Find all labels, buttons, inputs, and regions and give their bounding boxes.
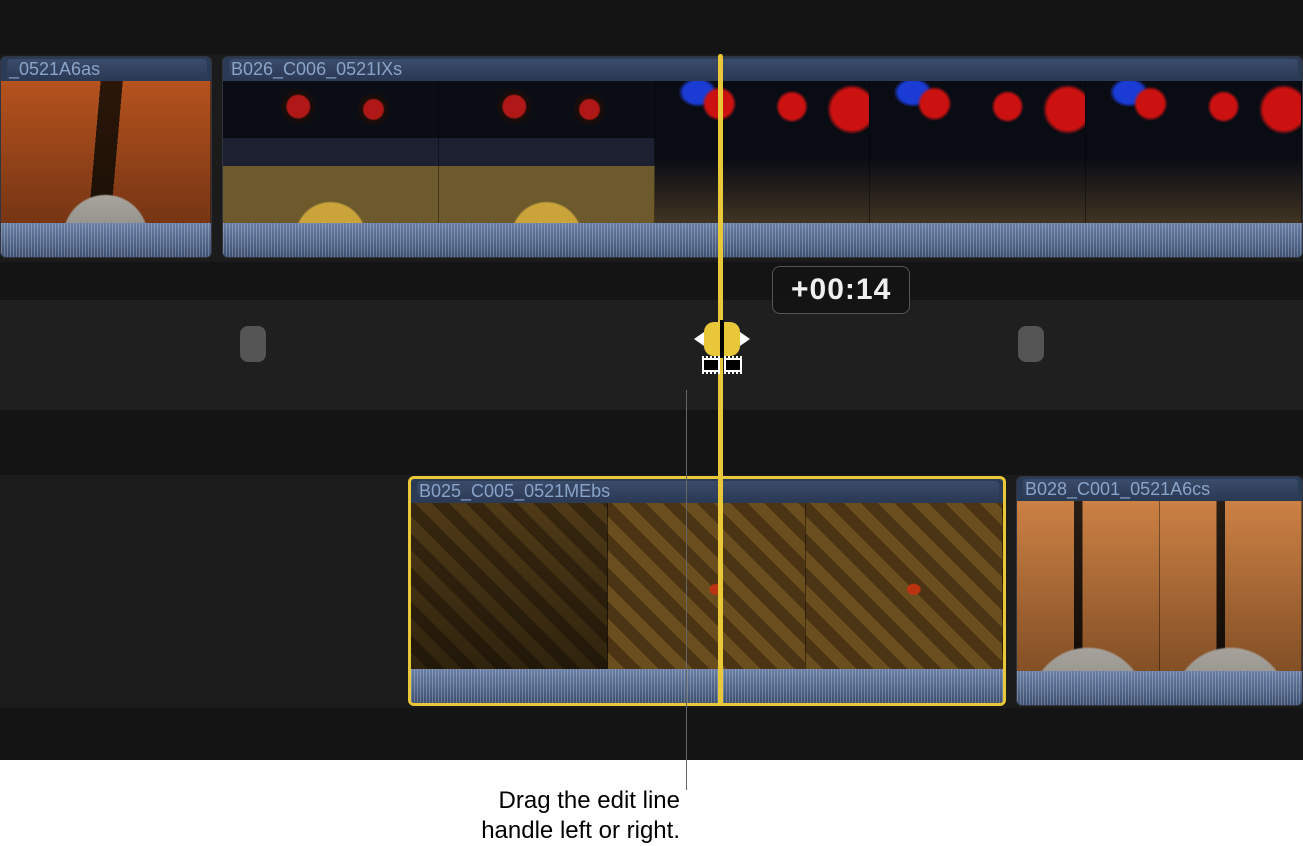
roll-film-icon (700, 358, 744, 374)
timeline-area: _0521A6as B026_C006_0521IXs B025_C005_05… (0, 0, 1303, 760)
connection-marker[interactable] (240, 326, 266, 362)
roll-edit-handle[interactable] (694, 318, 750, 378)
lane-spacer (0, 440, 1303, 475)
thumbnail (1160, 501, 1303, 671)
thumbnail (655, 81, 871, 223)
thumbnail (439, 81, 655, 223)
thumbnail (1017, 501, 1160, 671)
roll-offset-tooltip: +00:14 (772, 266, 910, 314)
thumbnail (1086, 81, 1302, 223)
audio-waveform (1, 223, 211, 257)
gap-strip-2 (0, 410, 1303, 440)
gap-strip (0, 262, 1303, 300)
thumbnail (870, 81, 1086, 223)
audio-waveform (1017, 671, 1302, 705)
connected-lane (0, 300, 1303, 410)
roll-split (720, 320, 724, 358)
clip-label: B028_C001_0521A6cs (1023, 479, 1298, 499)
ruler-strip (0, 0, 1303, 54)
clip-top-1[interactable]: _0521A6as (0, 56, 212, 258)
clip-bottom-2[interactable]: B028_C001_0521A6cs (1016, 476, 1303, 706)
bottom-strip (0, 708, 1303, 760)
clip-label: B026_C006_0521IXs (229, 59, 1298, 79)
thumbnail (411, 503, 608, 669)
caption-line-1: Drag the edit line (499, 787, 680, 814)
thumbnail-row (1017, 501, 1302, 671)
caption-line-2: handle left or right. (481, 817, 680, 844)
thumbnail (223, 81, 439, 223)
clip-label: _0521A6as (7, 59, 207, 79)
thumbnail (806, 503, 1003, 669)
clip-label: B025_C005_0521MEbs (417, 481, 999, 501)
thumbnail-row (411, 503, 1003, 669)
caption-text: Drag the edit line handle left or right. (360, 786, 680, 846)
playhead-line[interactable] (718, 54, 723, 706)
thumbnail (1, 81, 211, 223)
arrow-left-icon (694, 332, 704, 346)
thumbnail-row (1, 81, 211, 223)
caption-leader-line (686, 390, 687, 790)
clip-top-2[interactable]: B026_C006_0521IXs (222, 56, 1303, 258)
audio-waveform (411, 669, 1003, 703)
audio-waveform (223, 223, 1302, 257)
thumbnail (608, 503, 805, 669)
thumbnail-row (223, 81, 1302, 223)
arrow-right-icon (740, 332, 750, 346)
connection-marker[interactable] (1018, 326, 1044, 362)
clip-bottom-1-selected[interactable]: B025_C005_0521MEbs (408, 476, 1006, 706)
